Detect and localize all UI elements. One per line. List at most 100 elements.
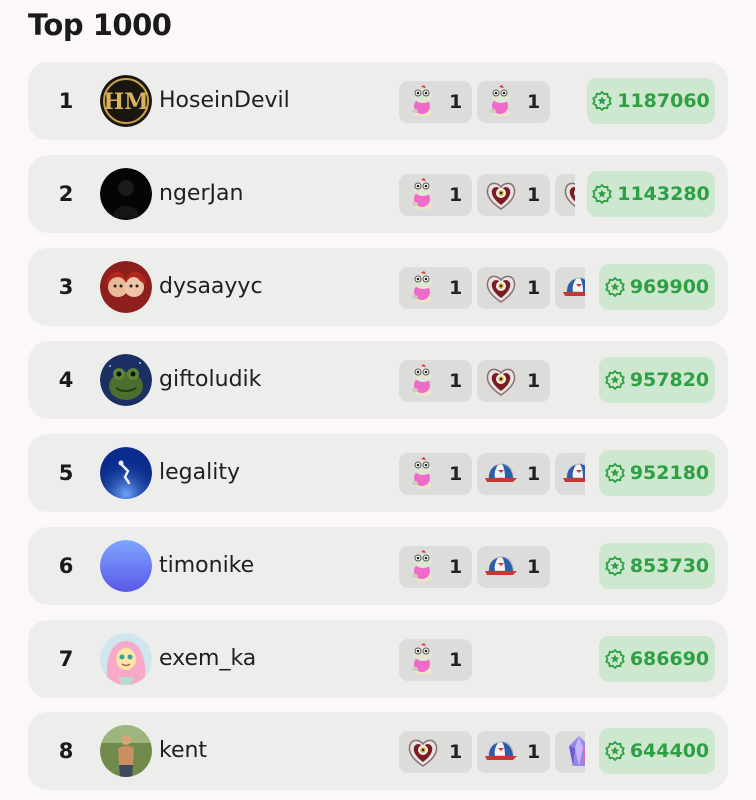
user-avatar[interactable] xyxy=(100,725,152,777)
star-badge-icon xyxy=(604,370,625,390)
gift-chip[interactable]: 1 xyxy=(399,81,472,123)
gift-list: 1 1 xyxy=(399,174,575,216)
leaderboard-row[interactable]: 4 giftoludik 1 1 957820 xyxy=(28,341,728,419)
gift-chip[interactable] xyxy=(555,731,585,773)
username[interactable]: giftoludik xyxy=(159,341,261,419)
rank-number: 1 xyxy=(58,89,74,113)
user-avatar[interactable] xyxy=(100,633,152,685)
gift-count: 1 xyxy=(527,370,541,392)
gift-chip[interactable]: 1 xyxy=(477,81,550,123)
user-avatar[interactable] xyxy=(100,354,152,406)
rank-number: 6 xyxy=(58,554,74,578)
score-badge: 1143280 xyxy=(587,171,715,217)
gift-chip[interactable]: 1 xyxy=(399,174,472,216)
gift-chip[interactable] xyxy=(555,453,585,495)
gift-chip[interactable]: 1 xyxy=(477,731,550,773)
star-badge-icon xyxy=(604,649,625,669)
username[interactable]: exem_ka xyxy=(159,620,256,698)
leaderboard-row[interactable]: 7 exem_ka 1 686690 xyxy=(28,620,728,698)
gift-chip[interactable] xyxy=(555,174,575,216)
score-value: 1143280 xyxy=(617,183,710,205)
gift-count: 1 xyxy=(449,277,463,299)
gift-count: 1 xyxy=(527,556,541,578)
gift-count: 1 xyxy=(527,91,541,113)
gift-list: 1 1 xyxy=(399,360,575,402)
gift-list: 1 xyxy=(399,639,575,681)
gift-count: 1 xyxy=(449,184,463,206)
gift-chip[interactable]: 1 xyxy=(477,174,550,216)
gift-chip[interactable]: 1 xyxy=(399,360,472,402)
score-value: 853730 xyxy=(629,555,710,577)
page-title: Top 1000 xyxy=(28,8,172,42)
score-badge: 686690 xyxy=(599,636,715,682)
rank-number: 4 xyxy=(58,368,74,392)
star-badge-icon xyxy=(604,556,625,576)
user-avatar[interactable] xyxy=(100,261,152,313)
gift-count: 1 xyxy=(449,91,463,113)
score-badge: 957820 xyxy=(599,357,715,403)
user-avatar[interactable] xyxy=(100,168,152,220)
gift-list: 1 1 xyxy=(399,731,585,773)
star-badge-icon xyxy=(604,463,625,483)
rank-number: 3 xyxy=(58,275,74,299)
user-avatar[interactable] xyxy=(100,447,152,499)
gift-count: 1 xyxy=(449,649,463,671)
gift-chip[interactable]: 1 xyxy=(477,453,550,495)
rank-number: 2 xyxy=(58,182,74,206)
star-badge-icon xyxy=(592,91,613,111)
gift-count: 1 xyxy=(527,741,541,763)
username[interactable]: legality xyxy=(159,434,240,512)
gift-chip[interactable] xyxy=(555,267,585,309)
star-badge-icon xyxy=(604,741,625,761)
gift-count: 1 xyxy=(449,556,463,578)
rank-number: 7 xyxy=(58,647,74,671)
username[interactable]: dysaayyc xyxy=(159,248,263,326)
star-badge-icon xyxy=(592,184,613,204)
rank-number: 8 xyxy=(58,739,74,763)
gift-chip[interactable]: 1 xyxy=(399,453,472,495)
username[interactable]: timonike xyxy=(159,527,254,605)
svg-text:HM: HM xyxy=(103,89,148,115)
gift-chip[interactable]: 1 xyxy=(399,731,472,773)
score-value: 969900 xyxy=(629,276,710,298)
score-badge: 969900 xyxy=(599,264,715,310)
leaderboard-row[interactable]: 2 ngerJan 1 1 1143280 xyxy=(28,155,728,233)
leaderboard-row[interactable]: 8 kent 1 1 644400 xyxy=(28,712,728,790)
gift-chip[interactable]: 1 xyxy=(477,360,550,402)
gift-chip[interactable]: 1 xyxy=(399,546,472,588)
leaderboard-row[interactable]: 5 legality 1 1 952180 xyxy=(28,434,728,512)
gift-count: 1 xyxy=(527,463,541,485)
score-badge: 1187060 xyxy=(587,78,715,124)
gift-list: 1 1 xyxy=(399,453,585,495)
leaderboard-row[interactable]: 1 HM HoseinDevil 1 1 1187060 xyxy=(28,62,728,140)
score-badge: 952180 xyxy=(599,450,715,496)
score-value: 957820 xyxy=(629,369,710,391)
gift-list: 1 1 xyxy=(399,267,585,309)
score-value: 952180 xyxy=(629,462,710,484)
gift-count: 1 xyxy=(449,370,463,392)
gift-count: 1 xyxy=(449,463,463,485)
leaderboard-row[interactable]: 3 dysaayyc 1 1 969900 xyxy=(28,248,728,326)
user-avatar[interactable] xyxy=(100,540,152,592)
gift-chip[interactable]: 1 xyxy=(399,639,472,681)
user-avatar[interactable]: HM xyxy=(100,75,152,127)
score-value: 686690 xyxy=(629,648,710,670)
gift-list: 1 1 xyxy=(399,546,575,588)
gift-chip[interactable]: 1 xyxy=(477,546,550,588)
gift-chip[interactable]: 1 xyxy=(399,267,472,309)
gift-count: 1 xyxy=(449,741,463,763)
gift-count: 1 xyxy=(527,184,541,206)
star-badge-icon xyxy=(604,277,625,297)
score-badge: 644400 xyxy=(599,728,715,774)
username[interactable]: ngerJan xyxy=(159,155,243,233)
score-value: 644400 xyxy=(629,740,710,762)
gift-list: 1 1 xyxy=(399,81,575,123)
username[interactable]: HoseinDevil xyxy=(159,62,290,140)
gift-count: 1 xyxy=(527,277,541,299)
leaderboard-row[interactable]: 6 timonike 1 1 853730 xyxy=(28,527,728,605)
score-value: 1187060 xyxy=(617,90,710,112)
score-badge: 853730 xyxy=(599,543,715,589)
rank-number: 5 xyxy=(58,461,74,485)
gift-chip[interactable]: 1 xyxy=(477,267,550,309)
username[interactable]: kent xyxy=(159,712,207,790)
